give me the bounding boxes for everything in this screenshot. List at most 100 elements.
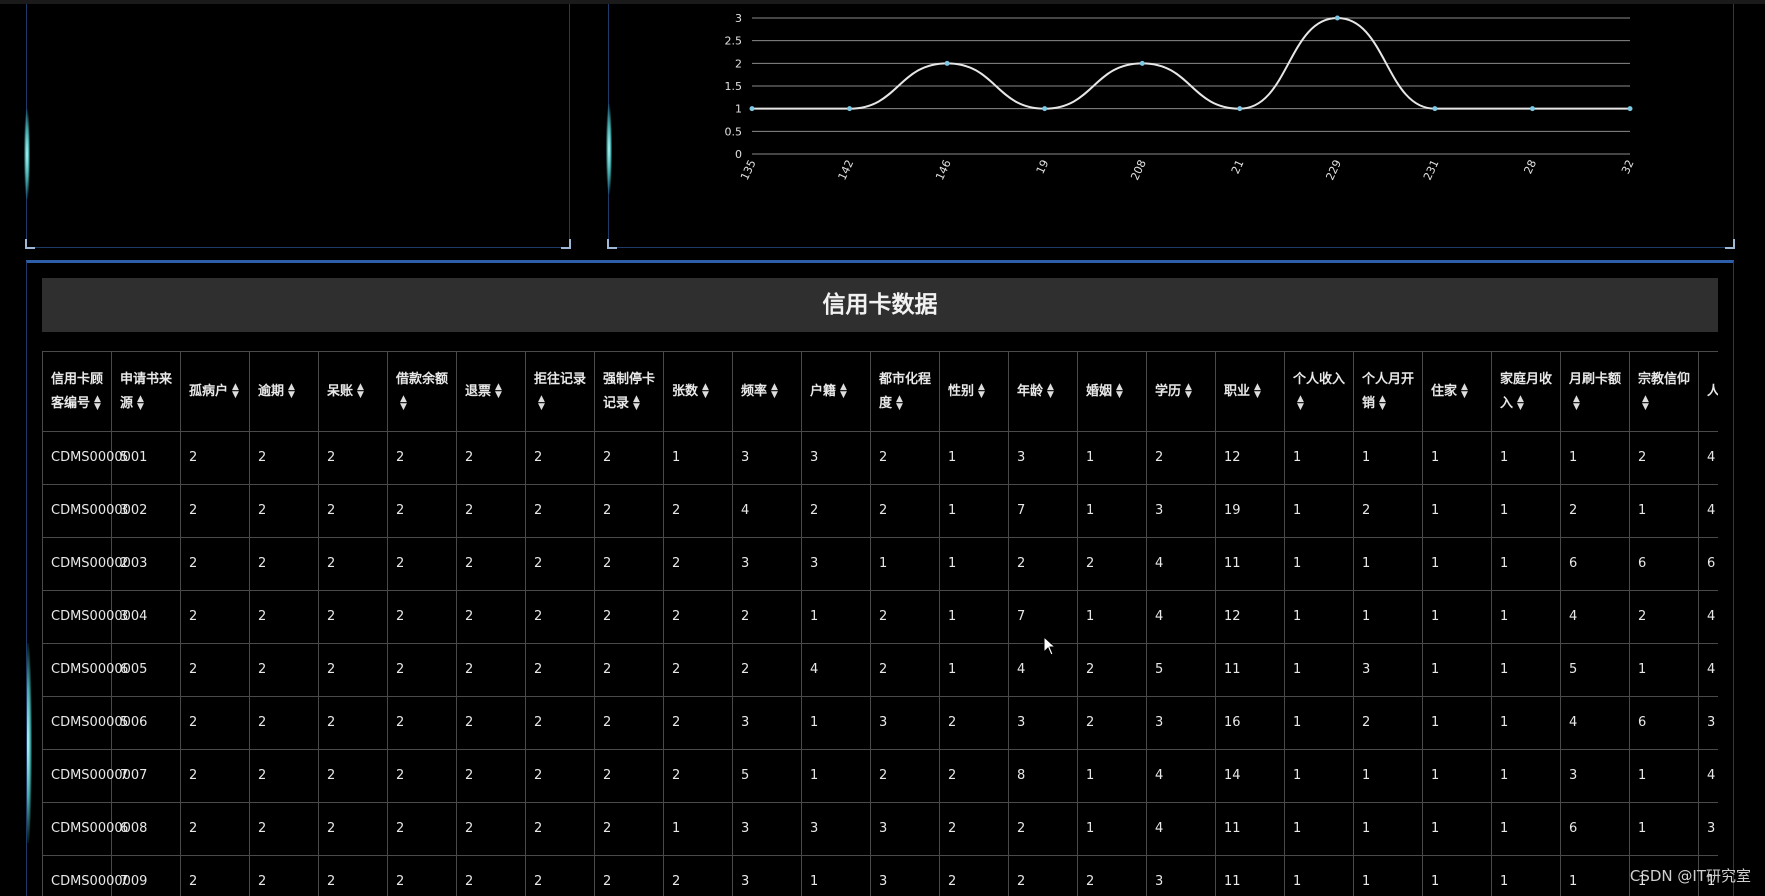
table-cell: 11 [1215,855,1285,896]
y-tick-label: 3 [735,12,742,25]
sort-icon[interactable]: ▲ ▼ [840,383,847,400]
column-header[interactable]: 宗教信仰 ▲ ▼ [1629,351,1699,432]
table-cell: 4 [1698,431,1718,485]
table-cell: 2 [663,696,733,750]
column-header[interactable]: 都市化程度 ▲ ▼ [870,351,940,432]
sort-icon[interactable]: ▲ ▼ [1573,395,1580,412]
column-header[interactable]: 张数 ▲ ▼ [663,351,733,432]
sort-icon[interactable]: ▲ ▼ [1461,383,1468,400]
column-header[interactable]: 月刷卡额 ▲ ▼ [1560,351,1630,432]
table-cell: 3 [1146,696,1216,750]
table-cell: 2 [594,431,664,485]
table-cell: 2 [525,590,595,644]
column-header[interactable]: 拒往记录 ▲ ▼ [525,351,595,432]
sort-icon[interactable]: ▲ ▼ [495,383,502,400]
y-tick-label: 1 [735,103,742,116]
column-header[interactable]: 户籍 ▲ ▼ [801,351,871,432]
column-header[interactable]: 职业 ▲ ▼ [1215,351,1285,432]
column-header[interactable]: 家庭月收入 ▲ ▼ [1491,351,1561,432]
sort-icon[interactable]: ▲ ▼ [702,383,709,400]
column-header-label: 年龄 [1017,383,1044,399]
table-cell: 1 [939,484,1009,538]
sort-icon[interactable]: ▲ ▼ [1254,383,1261,400]
column-header[interactable]: 住家 ▲ ▼ [1422,351,1492,432]
sort-icon[interactable]: ▲ ▼ [1517,395,1524,412]
sort-icon[interactable]: ▲ ▼ [94,395,101,412]
table-row: CDMS0000009 7 2 2 2 2 2 2 2 2 3 1 3 2 2 2 3 11 1 1 1 1 1 1 1 [42,855,1718,896]
table-scroll-area[interactable]: 信用卡顾客编号 ▲ ▼ 申请书来源 ▲ ▼ 孤病户 ▲ ▼ 逾期 ▲ ▼ 呆账 ▲ ▼ 借款余额 ▲ ▼ 退票 ▲ ▼ 拒… [42,351,1718,896]
column-header[interactable]: 年龄 ▲ ▼ [1008,351,1078,432]
sort-icon[interactable]: ▲ ▼ [1116,383,1123,400]
table-cell: 1 [1077,590,1147,644]
table-cell: 2 [870,749,940,803]
table-cell: 3 [801,431,871,485]
column-header[interactable]: 呆账 ▲ ▼ [318,351,388,432]
data-point [1529,106,1535,112]
table-cell: 1 [1422,484,1492,538]
column-header[interactable]: 学历 ▲ ▼ [1146,351,1216,432]
sort-icon[interactable]: ▲ ▼ [1642,395,1649,412]
column-header-label: 婚姻 [1086,383,1113,399]
data-point [1627,106,1633,112]
column-header[interactable]: 退票 ▲ ▼ [456,351,526,432]
table-cell: 2 [594,696,664,750]
column-header[interactable]: 婚姻 ▲ ▼ [1077,351,1147,432]
table-cell: 2 [456,696,526,750]
sort-icon[interactable]: ▲ ▼ [978,383,985,400]
column-header[interactable]: 个人收入 ▲ ▼ [1284,351,1354,432]
sort-icon[interactable]: ▲ ▼ [538,395,545,412]
table-cell: 3 [1698,802,1718,856]
column-header[interactable]: 信用卡顾客编号 ▲ ▼ [42,351,112,432]
column-header[interactable]: 性别 ▲ ▼ [939,351,1009,432]
table-cell: 4 [1698,484,1718,538]
column-header[interactable]: 频率 ▲ ▼ [732,351,802,432]
table-cell: 2 [249,431,319,485]
table-cell: 2 [180,643,250,697]
sort-icon[interactable]: ▲ ▼ [1379,395,1386,412]
column-header-label: 性别 [948,383,975,399]
column-header-label: 申请书来源 [120,371,173,411]
corner-decoration [561,239,571,249]
sort-icon[interactable]: ▲ ▼ [1297,395,1304,412]
table-cell: 2 [939,855,1009,896]
table-cell: 2 [249,590,319,644]
x-tick-label: 135 [738,158,759,183]
table-cell: 2 [318,749,388,803]
table-cell: 2 [249,484,319,538]
table-cell: 3 [1146,855,1216,896]
table-cell: 4 [732,484,802,538]
column-header[interactable]: 个人月开销 ▲ ▼ [1353,351,1423,432]
column-header[interactable]: 人▲▼ [1698,351,1718,432]
column-header[interactable]: 逾期 ▲ ▼ [249,351,319,432]
sort-icon[interactable]: ▲ ▼ [288,383,295,400]
sort-icon[interactable]: ▲ ▼ [232,383,239,400]
table-cell: 4 [1146,537,1216,591]
table-cell: 1 [1353,590,1423,644]
sort-icon[interactable]: ▲ ▼ [137,395,144,412]
corner-decoration [1725,239,1735,249]
sort-icon[interactable]: ▲ ▼ [357,383,364,400]
column-header[interactable]: 强制停卡记录 ▲ ▼ [594,351,664,432]
x-tick-label: 28 [1521,158,1539,176]
sort-icon[interactable]: ▲ ▼ [400,395,407,412]
sort-icon[interactable]: ▲ ▼ [896,395,903,412]
sort-icon[interactable]: ▲ ▼ [771,383,778,400]
data-point [749,106,755,112]
table-cell: 2 [525,431,595,485]
table-cell: 1 [1491,431,1561,485]
sort-icon[interactable]: ▲ ▼ [633,395,640,412]
table-cell: 4 [1146,590,1216,644]
column-header[interactable]: 借款余额 ▲ ▼ [387,351,457,432]
sort-icon[interactable]: ▲ ▼ [1185,383,1192,400]
corner-decoration [607,239,617,249]
table-cell: 2 [180,855,250,896]
table-row: CDMS0000004 3 2 2 2 2 2 2 2 2 2 1 2 1 7 1 4 12 1 1 1 1 4 2 4 [42,590,1718,644]
table-cell: 3 [1698,696,1718,750]
sort-icon[interactable]: ▲ ▼ [1047,383,1054,400]
column-header[interactable]: 孤病户 ▲ ▼ [180,351,250,432]
table-cell: 2 [525,484,595,538]
table-cell: 1 [1353,855,1423,896]
table-cell: 1 [1422,749,1492,803]
column-header[interactable]: 申请书来源 ▲ ▼ [111,351,181,432]
table-cell: 1 [1491,855,1561,896]
